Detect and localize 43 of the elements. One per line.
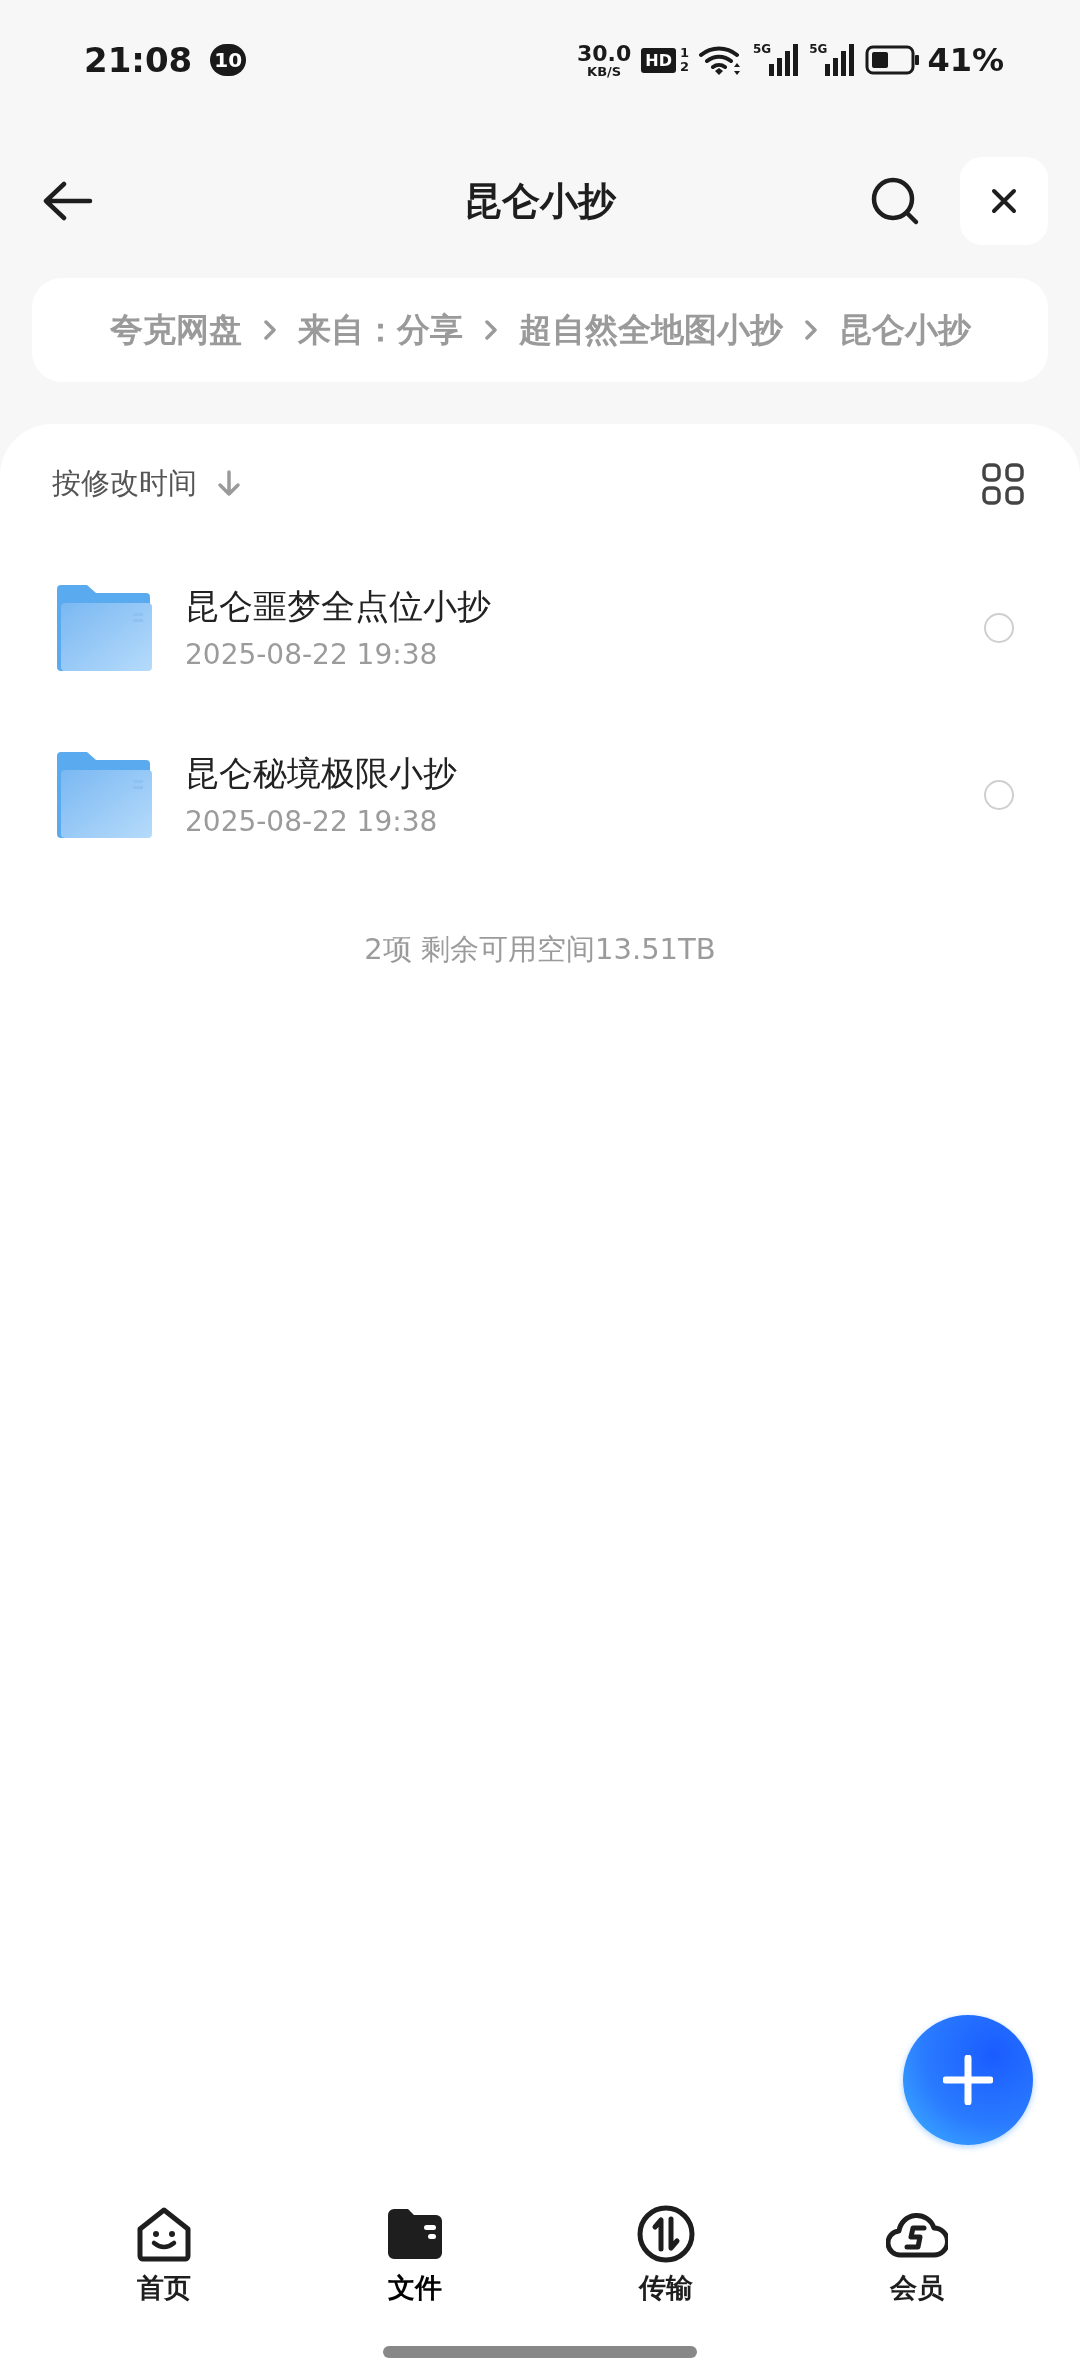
close-button[interactable]: [960, 157, 1048, 245]
network-type-label: 5G: [809, 42, 828, 56]
sim-slot-label: 2: [679, 60, 689, 74]
page-title: 昆仑小抄: [464, 177, 616, 225]
nav-tab[interactable]: 会员: [791, 2204, 1042, 2306]
chevron-icon: [263, 320, 276, 340]
back-arrow-icon: [42, 181, 94, 221]
status-time: 21:08: [84, 40, 193, 80]
grid-view-icon[interactable]: [982, 463, 1024, 505]
plus-icon: [943, 2055, 993, 2105]
select-radio[interactable]: [984, 612, 1014, 643]
select-radio[interactable]: [984, 779, 1014, 810]
folder-name[interactable]: 昆仑噩梦全点位小抄: [185, 584, 491, 630]
nav-tab[interactable]: 文件: [289, 2204, 540, 2306]
folder-icon: [385, 2207, 444, 2261]
folder-icon: [57, 584, 152, 671]
nav-tab[interactable]: 传输: [540, 2204, 791, 2306]
search-icon: [870, 176, 920, 226]
signal-icon: [825, 44, 856, 76]
modified-date: 2025-08-22 19:38: [185, 638, 439, 671]
folder-name[interactable]: 昆仑秘境极限小抄: [185, 751, 457, 797]
modified-date: 2025-08-22 19:38: [185, 805, 439, 838]
hd-badge: HD: [641, 47, 676, 73]
nav-tab[interactable]: 首页: [38, 2204, 289, 2306]
signal-icon: [769, 44, 800, 76]
chevron-icon: [484, 320, 497, 340]
storage-summary: 2项 剩余可用空间13.51TB: [364, 931, 716, 968]
chevron-icon: [804, 320, 817, 340]
battery-percentage: 41%: [927, 41, 1004, 79]
folder-icon: [57, 751, 152, 838]
transfer-icon: [636, 2205, 695, 2263]
wifi-icon: [699, 44, 743, 76]
battery-icon: [865, 45, 922, 75]
speed-unit: KB/S: [587, 64, 622, 78]
network-type-label: 5G: [753, 42, 772, 56]
search-button[interactable]: [870, 176, 920, 226]
sim-slot-label: 1: [679, 46, 689, 60]
network-speed: 30.0: [577, 42, 632, 65]
back-button[interactable]: [42, 181, 94, 221]
sort-option[interactable]: 按修改时间: [52, 464, 197, 504]
notification-badge: 10: [210, 44, 247, 76]
close-icon: [991, 188, 1017, 214]
down-arrow-icon: [217, 470, 241, 498]
